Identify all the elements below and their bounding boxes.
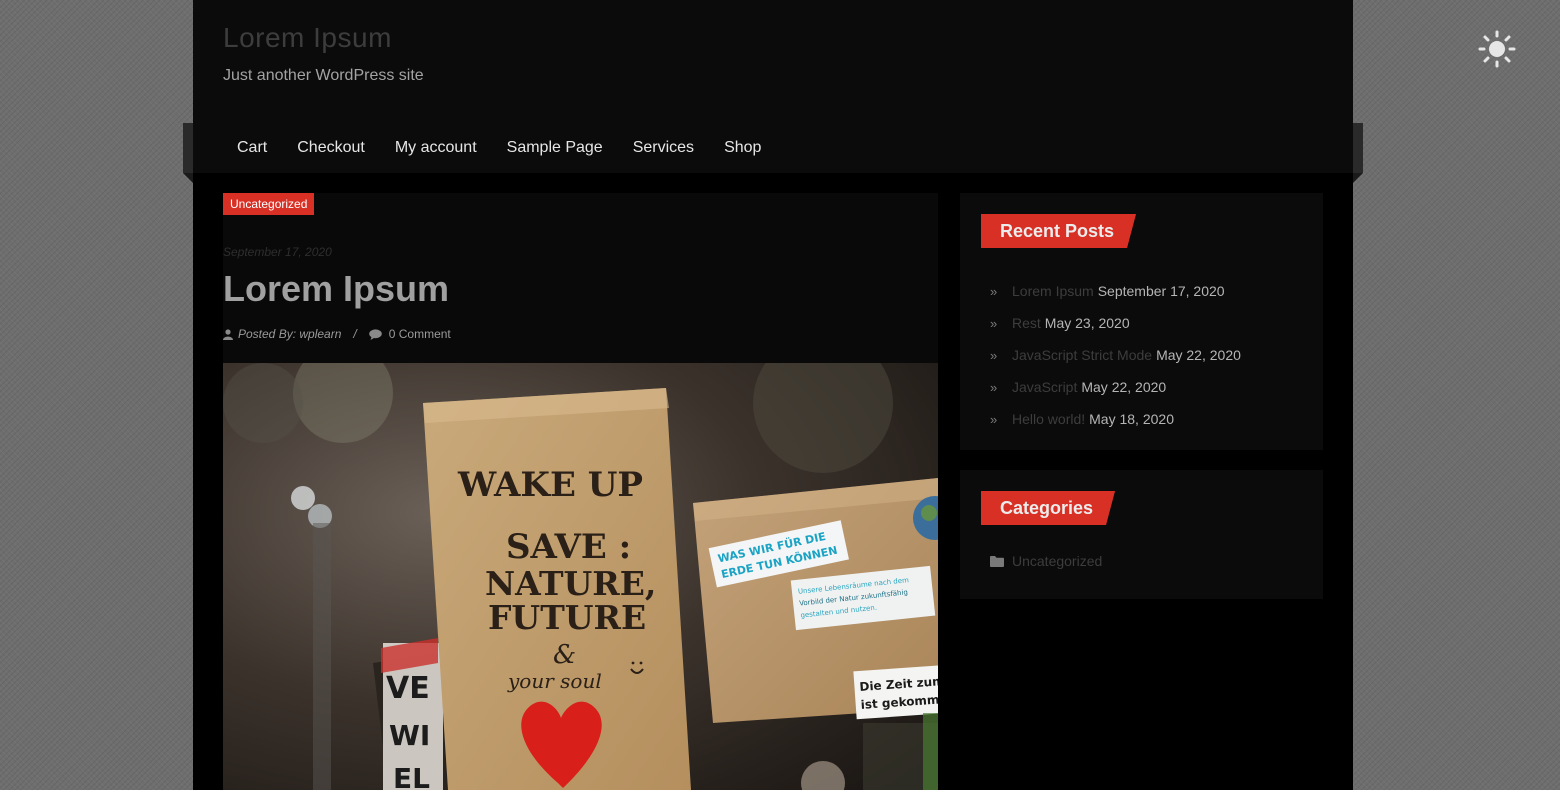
post-comments-link[interactable]: 0 Comment xyxy=(389,327,451,341)
post-meta: Posted By: wplearn / 0 Comment xyxy=(223,327,451,341)
nav-item-shop[interactable]: Shop xyxy=(724,139,761,157)
sun-icon xyxy=(1478,30,1516,68)
site-header: Lorem Ipsum Just another WordPress site xyxy=(193,0,1353,124)
recent-post-date: May 22, 2020 xyxy=(1156,347,1241,363)
chevron-double-right-icon: » xyxy=(990,411,998,427)
recent-posts-title: Recent Posts xyxy=(981,214,1136,248)
meta-separator: / xyxy=(353,327,357,341)
nav-ribbon-right xyxy=(1353,123,1363,183)
sign-text-wake-up: WAKE UP xyxy=(457,465,643,505)
nav-item-sample-page[interactable]: Sample Page xyxy=(507,139,603,157)
recent-posts-widget: Recent Posts » Lorem Ipsum September 17,… xyxy=(960,193,1323,450)
recent-post-date: September 17, 2020 xyxy=(1097,283,1225,299)
post-category-badge[interactable]: Uncategorized xyxy=(223,193,315,215)
post-article: Uncategorized September 17, 2020 Lorem I… xyxy=(223,193,938,790)
recent-post-link[interactable]: Lorem Ipsum xyxy=(1012,283,1094,299)
recent-posts-list: » Lorem Ipsum September 17, 2020 » Rest … xyxy=(990,275,1241,435)
page-container: Lorem Ipsum Just another WordPress site … xyxy=(183,0,1363,790)
recent-post-link[interactable]: Rest xyxy=(1012,315,1041,331)
list-item: » Hello world! May 18, 2020 xyxy=(990,403,1241,435)
comment-icon xyxy=(368,328,382,340)
recent-post-date: May 18, 2020 xyxy=(1089,411,1174,427)
chevron-double-right-icon: » xyxy=(990,347,998,363)
sign-text-ampersand: & xyxy=(553,640,576,670)
site-tagline: Just another WordPress site xyxy=(223,67,424,84)
category-item: Uncategorized xyxy=(990,553,1102,569)
list-item: » Lorem Ipsum September 17, 2020 xyxy=(990,275,1241,307)
recent-post-date: May 22, 2020 xyxy=(1081,379,1167,395)
sign-text-future: FUTURE xyxy=(488,598,646,637)
sign-text-your-soul: your soul xyxy=(507,669,602,693)
recent-post-link[interactable]: Hello world! xyxy=(1012,411,1085,427)
user-icon xyxy=(223,328,233,340)
chevron-double-right-icon: » xyxy=(990,315,998,331)
nav-item-my-account[interactable]: My account xyxy=(395,139,477,157)
recent-post-date: May 23, 2020 xyxy=(1044,315,1130,331)
nav-bar: Cart Checkout My account Sample Page Ser… xyxy=(193,123,1353,173)
chevron-double-right-icon: » xyxy=(990,283,998,299)
svg-text:VE: VE xyxy=(386,671,430,706)
list-item: » JavaScript Strict Mode May 22, 2020 xyxy=(990,339,1241,371)
nav-item-checkout[interactable]: Checkout xyxy=(297,139,365,157)
nav-ribbon-left xyxy=(183,123,193,183)
main-navigation: Cart Checkout My account Sample Page Ser… xyxy=(183,123,1363,183)
list-item: » Rest May 23, 2020 xyxy=(990,307,1241,339)
theme-toggle-button[interactable] xyxy=(1478,30,1516,68)
featured-image-illustration: VE WI EL WAKE UP SAVE : NATURE, FUTURE &… xyxy=(223,363,938,790)
post-date: September 17, 2020 xyxy=(223,245,332,259)
recent-post-link[interactable]: JavaScript xyxy=(1012,379,1077,395)
post-title[interactable]: Lorem Ipsum xyxy=(223,268,449,310)
svg-text:WI: WI xyxy=(389,719,430,752)
post-author[interactable]: Posted By: wplearn xyxy=(238,327,341,341)
site-title[interactable]: Lorem Ipsum xyxy=(223,22,392,54)
svg-text:EL: EL xyxy=(393,762,430,790)
sign-text-save: SAVE : xyxy=(506,527,631,567)
folder-icon xyxy=(990,555,1004,567)
list-item: » JavaScript May 22, 2020 xyxy=(990,371,1241,403)
categories-widget: Categories Uncategorized xyxy=(960,470,1323,599)
nav-item-services[interactable]: Services xyxy=(633,139,694,157)
recent-post-link[interactable]: JavaScript Strict Mode xyxy=(1012,347,1152,363)
chevron-double-right-icon: » xyxy=(990,379,998,395)
categories-title: Categories xyxy=(981,491,1115,525)
category-link[interactable]: Uncategorized xyxy=(1012,553,1102,569)
nav-item-cart[interactable]: Cart xyxy=(237,139,267,157)
post-featured-image[interactable]: VE WI EL WAKE UP SAVE : NATURE, FUTURE &… xyxy=(223,363,938,790)
